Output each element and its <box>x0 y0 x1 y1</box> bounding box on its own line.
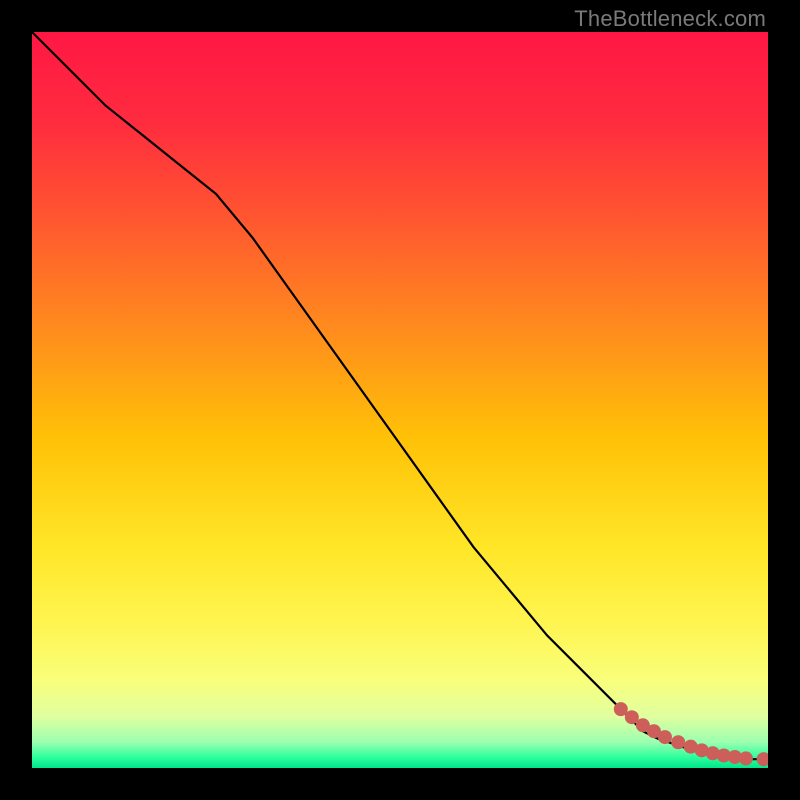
watermark-text: TheBottleneck.com <box>574 6 766 32</box>
data-point <box>739 751 753 765</box>
data-point <box>671 735 685 749</box>
scatter-layer <box>32 32 768 768</box>
data-point-group <box>614 702 768 766</box>
data-point <box>658 730 672 744</box>
chart-stage: TheBottleneck.com <box>0 0 800 800</box>
data-point <box>757 752 768 766</box>
plot-area <box>32 32 768 768</box>
